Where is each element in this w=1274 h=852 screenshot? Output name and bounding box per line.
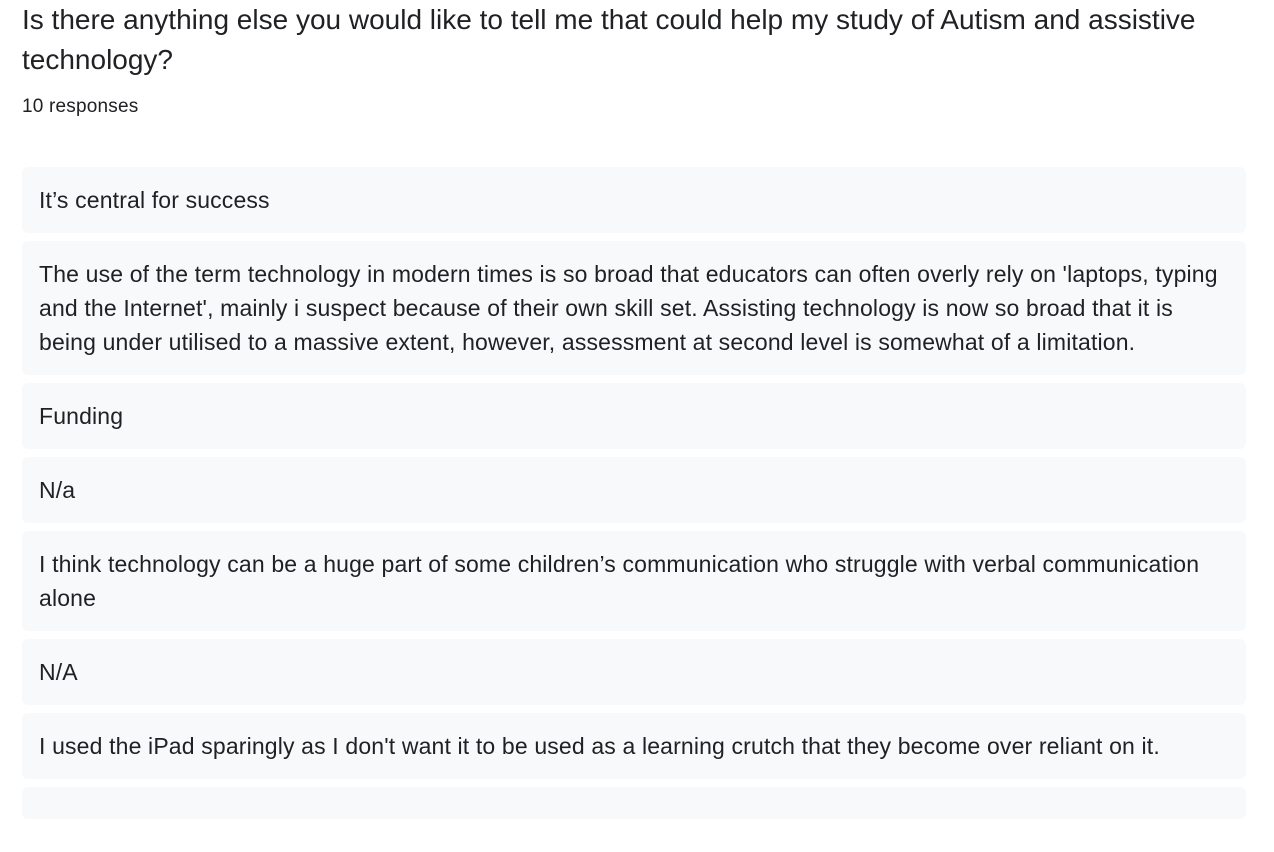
response-item: It’s central for success [22,167,1246,233]
response-item [22,787,1246,819]
response-item: The use of the term technology in modern… [22,241,1246,375]
response-item: N/a [22,457,1246,523]
response-item: I used the iPad sparingly as I don't wan… [22,713,1246,779]
response-item: N/A [22,639,1246,705]
question-title: Is there anything else you would like to… [22,4,1196,75]
response-item: I think technology can be a huge part of… [22,531,1246,631]
response-item: Funding [22,383,1246,449]
response-list: It’s central for success The use of the … [22,167,1246,827]
response-count: 10 responses [22,96,139,117]
